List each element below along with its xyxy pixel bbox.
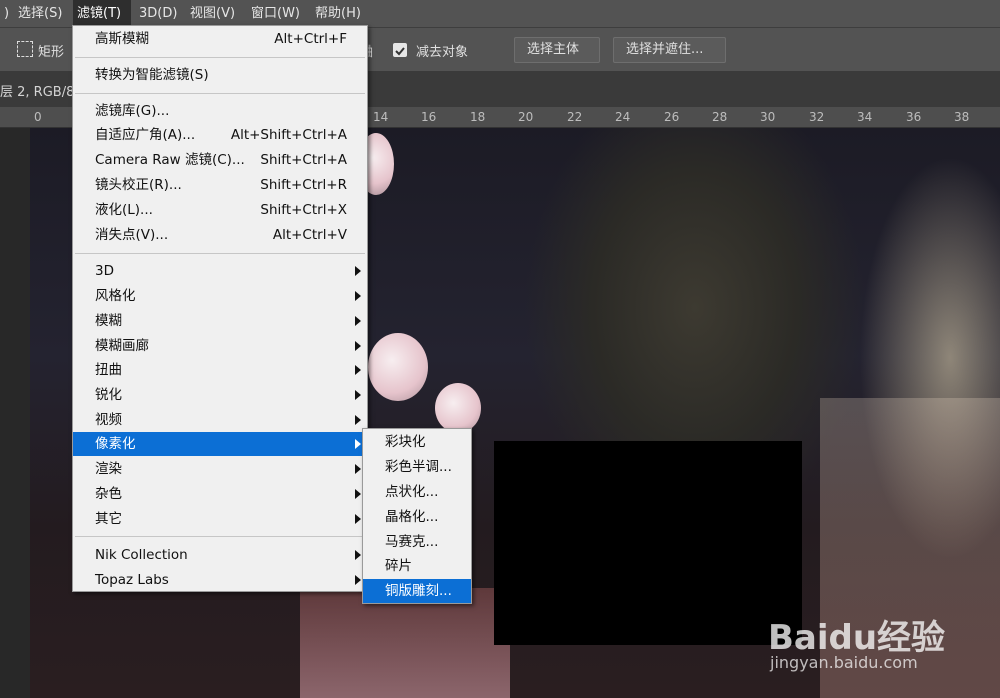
menu-item-noise[interactable]: 杂色 [73, 482, 367, 506]
ruler-tick: 24 [615, 110, 631, 124]
submenu-arrow-icon [355, 415, 361, 425]
menu-item-liquify[interactable]: 液化(L)... Shift+Ctrl+X [73, 198, 367, 222]
menu-separator [75, 253, 365, 254]
menu-separator [75, 93, 365, 94]
lantern-image [435, 383, 481, 433]
ruler-tick: 32 [809, 110, 825, 124]
select-subject-button[interactable]: 选择主体 [514, 37, 600, 63]
menu-item-vanishing-point[interactable]: 消失点(V)... Alt+Ctrl+V [73, 223, 367, 247]
ruler-tick: 14 [373, 110, 389, 124]
marquee-icon[interactable] [17, 41, 33, 57]
submenu-item-crystallize[interactable]: 晶格化... [363, 505, 471, 529]
ruler-tick: 16 [421, 110, 437, 124]
menu-item-other[interactable]: 其它 [73, 507, 367, 531]
ruler-tick: 20 [518, 110, 534, 124]
submenu-arrow-icon [355, 550, 361, 560]
ruler-tick: 30 [760, 110, 776, 124]
menu-item-video[interactable]: 视频 [73, 408, 367, 432]
menu-select[interactable]: 选择(S) [14, 0, 66, 27]
menu-item-filter-gallery[interactable]: 滤镜库(G)... [73, 99, 367, 123]
ruler-tick: 22 [567, 110, 583, 124]
submenu-item-pointillize[interactable]: 点状化... [363, 480, 471, 504]
menu-3d[interactable]: 3D(D) [135, 0, 181, 27]
submenu-arrow-icon [355, 316, 361, 326]
submenu-item-mosaic[interactable]: 马赛克... [363, 530, 471, 554]
menu-help[interactable]: 帮助(H) [311, 0, 365, 27]
submenu-arrow-icon [355, 266, 361, 276]
submenu-arrow-icon [355, 575, 361, 585]
menubar: ) 选择(S) 滤镜(T) 3D(D) 视图(V) 窗口(W) 帮助(H) [0, 0, 1000, 27]
submenu-arrow-icon [355, 341, 361, 351]
menu-item-convert-smart-filter[interactable]: 转换为智能滤镜(S) [73, 63, 367, 87]
watermark-brand: Baidu经验 [768, 618, 946, 658]
ruler-tick: 28 [712, 110, 728, 124]
menu-item-stylize[interactable]: 风格化 [73, 284, 367, 308]
ruler-tick: 18 [470, 110, 486, 124]
menu-item-distort[interactable]: 扭曲 [73, 358, 367, 382]
menu-edit-partial[interactable]: ) [0, 0, 13, 27]
submenu-arrow-icon [355, 514, 361, 524]
submenu-item-color-halftone[interactable]: 彩色半调... [363, 455, 471, 479]
subtract-object-label: 减去对象 [416, 45, 469, 60]
menu-item-3d[interactable]: 3D [73, 259, 367, 283]
pixelate-submenu: 彩块化 彩色半调... 点状化... 晶格化... 马赛克... 碎片 铜版雕刻… [362, 428, 472, 604]
menu-item-lens-correction[interactable]: 镜头校正(R)... Shift+Ctrl+R [73, 173, 367, 197]
lantern-image [368, 333, 428, 401]
menu-item-blur[interactable]: 模糊 [73, 309, 367, 333]
menu-filter[interactable]: 滤镜(T) [73, 0, 131, 27]
menu-item-sharpen[interactable]: 锐化 [73, 383, 367, 407]
submenu-item-fragment[interactable]: 碎片 [363, 554, 471, 578]
ruler-tick: 34 [857, 110, 873, 124]
menu-view[interactable]: 视图(V) [186, 0, 239, 27]
ruler-tick: 38 [954, 110, 970, 124]
document-tab[interactable]: 层 2, RGB/8* [0, 81, 81, 100]
select-and-mask-button[interactable]: 选择并遮住... [613, 37, 726, 63]
menu-item-nik-collection[interactable]: Nik Collection [73, 543, 367, 567]
ruler-tick: 36 [906, 110, 922, 124]
submenu-arrow-icon [355, 489, 361, 499]
submenu-arrow-icon [355, 365, 361, 375]
menu-item-adaptive-wide-angle[interactable]: 自适应广角(A)... Alt+Shift+Ctrl+A [73, 123, 367, 147]
menu-item-pixelate[interactable]: 像素化 [73, 432, 367, 456]
menu-window[interactable]: 窗口(W) [247, 0, 304, 27]
submenu-arrow-icon [355, 464, 361, 474]
filter-menu: 高斯模糊 Alt+Ctrl+F 转换为智能滤镜(S) 滤镜库(G)... 自适应广… [72, 25, 368, 592]
ruler-tick: 26 [664, 110, 680, 124]
marquee-label: 矩形 [38, 45, 65, 60]
menu-separator [75, 536, 365, 537]
submenu-item-facet[interactable]: 彩块化 [363, 430, 471, 454]
submenu-arrow-icon [355, 439, 361, 449]
submenu-arrow-icon [355, 291, 361, 301]
submenu-arrow-icon [355, 390, 361, 400]
menu-item-render[interactable]: 渲染 [73, 457, 367, 481]
canvas-pasteboard [0, 128, 30, 698]
menu-item-blur-gallery[interactable]: 模糊画廊 [73, 334, 367, 358]
submenu-item-mezzotint[interactable]: 铜版雕刻... [363, 579, 471, 603]
watermark-url: jingyan.baidu.com [770, 653, 918, 672]
ruler-tick: 0 [34, 110, 42, 124]
checkmark-icon [395, 47, 405, 56]
menu-separator [75, 57, 365, 58]
subtract-object-checkbox[interactable] [393, 43, 407, 57]
street-lights-image [300, 588, 510, 698]
menu-item-topaz-labs[interactable]: Topaz Labs [73, 568, 367, 592]
menu-item-gaussian-blur[interactable]: 高斯模糊 Alt+Ctrl+F [73, 27, 367, 51]
menu-item-camera-raw[interactable]: Camera Raw 滤镜(C)... Shift+Ctrl+A [73, 148, 367, 172]
black-selection-fill [494, 441, 802, 645]
